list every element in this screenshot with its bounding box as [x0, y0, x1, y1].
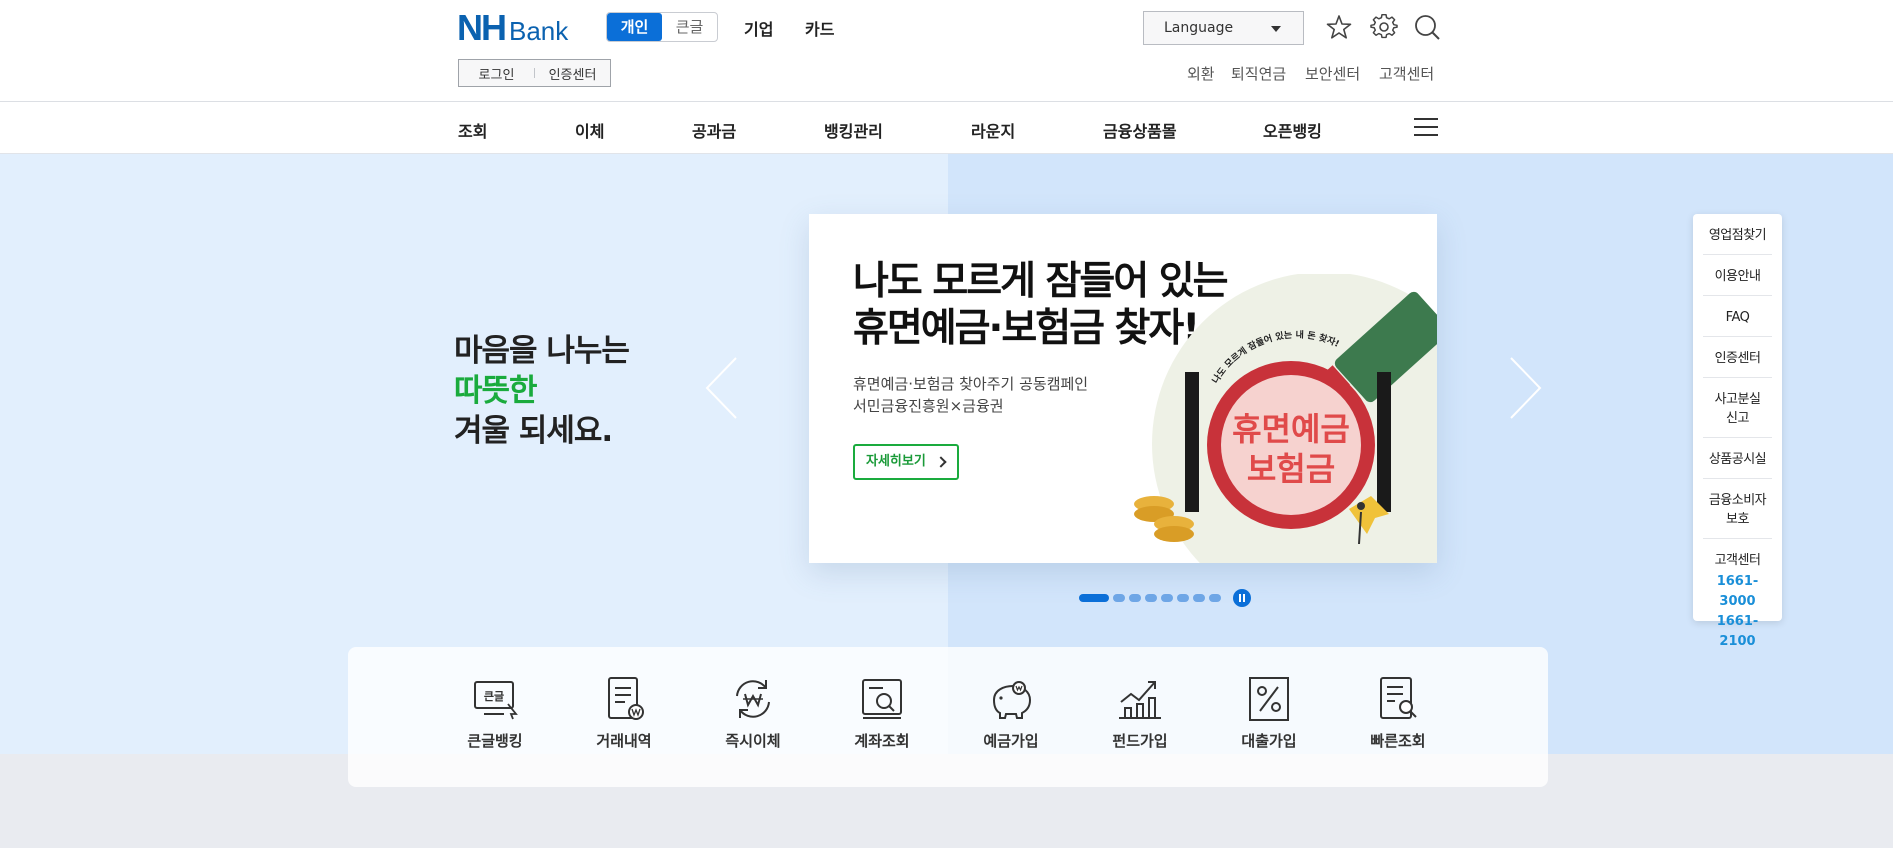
- pause-icon[interactable]: [1233, 589, 1251, 607]
- quick-transaction-history[interactable]: 거래내역: [574, 674, 674, 751]
- promo-banner-card[interactable]: 나도 모르게 잠들어 있는 휴면예금·보험금 찾자! 휴면예금·보험금 찾아주기…: [809, 214, 1437, 563]
- side-product-disclosure[interactable]: 상품공시실: [1703, 438, 1772, 479]
- slide-dot[interactable]: [1145, 594, 1157, 602]
- login-button[interactable]: 로그인: [459, 64, 534, 83]
- chevron-left-icon[interactable]: [704, 356, 740, 420]
- top-menu-card[interactable]: 카드: [805, 16, 834, 40]
- quick-menu: 큰글 큰글뱅킹 거래내역 즉시이체 계좌조회 예금가입 펀드가입 대출가입 빠른…: [348, 647, 1548, 787]
- slide-dot[interactable]: [1113, 594, 1125, 602]
- slide-dot[interactable]: [1209, 594, 1221, 602]
- quick-fast-inquiry[interactable]: 빠른조회: [1348, 674, 1448, 751]
- mode-tab-bigtext[interactable]: 큰글: [662, 13, 717, 41]
- quick-label: 대출가입: [1241, 732, 1297, 750]
- quick-account-inquiry[interactable]: 계좌조회: [832, 674, 932, 751]
- bigtext-icon-label: 큰글: [484, 690, 504, 703]
- side-quick-menu: 영업점찾기 이용안내 FAQ 인증센터 사고분실 신고 상품공시실 금융소비자 …: [1693, 214, 1782, 649]
- side-phone-2[interactable]: 1661-2100: [1703, 612, 1772, 652]
- quick-deposit-signup[interactable]: 예금가입: [961, 674, 1061, 751]
- language-label: Language: [1164, 20, 1234, 36]
- banner-subtitle-line-2: 서민금융진흥원×금융권: [853, 397, 1004, 415]
- quick-label: 거래내역: [596, 732, 652, 750]
- nav-open-banking[interactable]: 오픈뱅킹: [1263, 118, 1322, 142]
- mode-toggle: 개인 큰글: [606, 12, 718, 42]
- stamp-line-1: 휴면예금: [1232, 410, 1350, 448]
- quick-label: 즉시이체: [725, 732, 781, 750]
- banner-subtitle: 휴면예금·보험금 찾아주기 공동캠페인 서민금융진흥원×금융권: [853, 373, 1088, 417]
- quick-label: 큰글뱅킹: [467, 732, 523, 750]
- banner-subtitle-line-1: 휴면예금·보험금 찾아주기 공동캠페인: [853, 375, 1089, 393]
- side-faq[interactable]: FAQ: [1703, 296, 1772, 337]
- quick-label: 펀드가입: [1112, 732, 1168, 750]
- document-won-icon: [608, 677, 644, 720]
- logo-nh: NH: [457, 7, 507, 48]
- quick-loan-signup[interactable]: 대출가입: [1219, 674, 1319, 751]
- nh-bank-logo[interactable]: NH Bank: [457, 7, 569, 48]
- util-link-customer[interactable]: 고객센터: [1379, 63, 1434, 84]
- top-menu-business[interactable]: 기업: [744, 16, 773, 40]
- nav-inquiry[interactable]: 조회: [458, 118, 487, 142]
- slogan-line-1: 마음을 나누는: [454, 333, 630, 369]
- hamburger-icon[interactable]: [1414, 118, 1438, 138]
- caret-down-icon: [1271, 26, 1281, 32]
- nav-banking-mgmt[interactable]: 뱅킹관리: [824, 118, 883, 142]
- slogan-line-2: 따뜻한: [454, 373, 538, 409]
- util-link-security[interactable]: 보안센터: [1305, 63, 1360, 84]
- nav-transfer[interactable]: 이체: [575, 118, 604, 142]
- stamp-line-2: 보험금: [1247, 450, 1335, 488]
- magnifier-illustration: 나도 모르게 잠들어 있는 내 돈 찾자! 휴면예금 보험금: [1134, 274, 1437, 563]
- more-details-button[interactable]: 자세히보기: [853, 444, 959, 480]
- slide-dot[interactable]: [1177, 594, 1189, 602]
- util-link-pension[interactable]: 퇴직연금: [1231, 63, 1286, 84]
- search-icon[interactable]: [1413, 13, 1441, 41]
- slogan-line-3: 겨울 되세요.: [454, 413, 613, 449]
- chevron-right-icon[interactable]: [1507, 356, 1543, 420]
- quick-bigtext-banking[interactable]: 큰글 큰글뱅킹: [445, 674, 545, 751]
- piggy-bank-icon: [992, 681, 1032, 719]
- percent-icon: [1249, 677, 1289, 721]
- slide-pagination: [1079, 589, 1251, 607]
- quick-label: 빠른조회: [1370, 732, 1426, 750]
- mode-tab-personal[interactable]: 개인: [607, 13, 662, 41]
- quick-instant-transfer[interactable]: 즉시이체: [703, 674, 803, 751]
- side-loss-report[interactable]: 사고분실 신고: [1703, 378, 1772, 438]
- quick-label: 계좌조회: [854, 732, 910, 750]
- nav-lounge[interactable]: 라운지: [971, 118, 1015, 142]
- login-box: 로그인 인증센터: [458, 59, 611, 87]
- nav-utility-bills[interactable]: 공과금: [692, 118, 736, 142]
- gear-icon[interactable]: [1370, 13, 1398, 41]
- quick-label: 예금가입: [983, 732, 1039, 750]
- monitor-bigtext-icon: 큰글: [474, 681, 518, 720]
- slide-dot[interactable]: [1161, 594, 1173, 602]
- side-branch-finder[interactable]: 영업점찾기: [1703, 214, 1772, 255]
- cert-center-button[interactable]: 인증센터: [535, 64, 610, 83]
- util-link-fx[interactable]: 외환: [1187, 63, 1215, 84]
- slide-dot[interactable]: [1129, 594, 1141, 602]
- main-nav: 조회 이체 공과금 뱅킹관리 라운지 금융상품몰 오픈뱅킹: [0, 102, 1893, 154]
- side-cert-center[interactable]: 인증센터: [1703, 337, 1772, 378]
- hero-slogan: 마음을 나누는 따뜻한 겨울 되세요.: [454, 331, 630, 451]
- slide-dot[interactable]: [1079, 594, 1109, 602]
- star-icon[interactable]: [1325, 13, 1353, 41]
- language-select[interactable]: Language: [1143, 11, 1304, 45]
- side-consumer-protection[interactable]: 금융소비자 보호: [1703, 479, 1772, 539]
- logo-bank: Bank: [509, 16, 569, 46]
- nav-product-mall[interactable]: 금융상품몰: [1103, 118, 1177, 142]
- document-search-icon: [1380, 677, 1417, 719]
- transfer-cycle-icon: [736, 680, 770, 718]
- side-usage-guide[interactable]: 이용안내: [1703, 255, 1772, 296]
- side-phone-1[interactable]: 1661-3000: [1703, 572, 1772, 612]
- side-customer-center[interactable]: 고객센터: [1703, 539, 1772, 572]
- slide-dot[interactable]: [1193, 594, 1205, 602]
- quick-fund-signup[interactable]: 펀드가입: [1090, 674, 1190, 751]
- growth-chart-icon: [1119, 681, 1161, 719]
- account-search-icon: [862, 679, 902, 719]
- header: NH Bank 개인 큰글 기업 카드 Language 로그인 인증센터 외환…: [0, 0, 1893, 102]
